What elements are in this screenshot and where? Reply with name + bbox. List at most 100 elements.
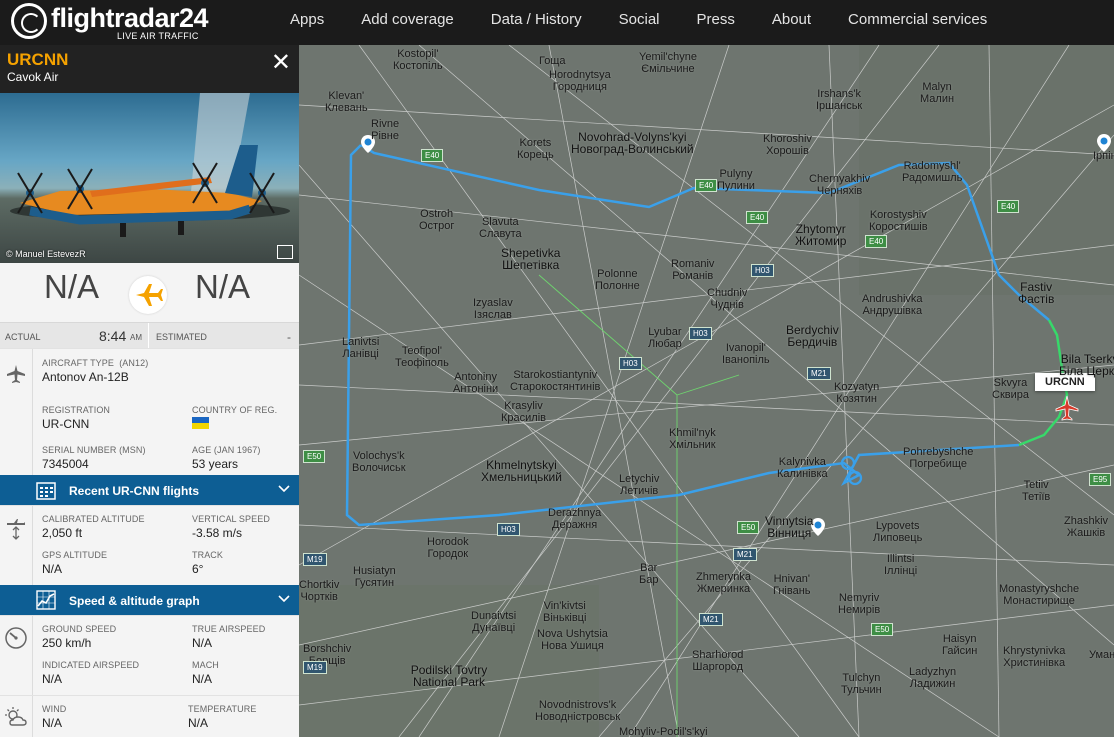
road-shield: H03 [751,264,774,277]
recent-flights-label: Recent UR-CNN flights [69,484,200,498]
map-city-label: Andrushivka Андрушівка [862,293,923,317]
map-city-label: Zhytomyr Житомир [795,222,847,248]
map-city-label: Izyaslav Ізяслав [473,297,513,321]
map-city-label: Radomyshl' Радомишль [902,160,963,184]
map-city-label: Nova Ushytsia Нова Ушиця [537,628,608,652]
map-city-label: Pulyny Пулини [717,168,755,192]
road-shield: E40 [865,235,888,248]
recent-flights-bar[interactable]: Recent UR-CNN flights [0,475,299,505]
map-city-label: Fastiv Фастів [1018,280,1055,306]
chevron-down-icon [278,595,290,603]
map-city-label: Tulchyn Тульчин [841,672,882,696]
speed-section-icon-column [0,616,33,695]
map-city-label: Skvyra Сквира [992,377,1029,401]
road-shield: M21 [733,548,757,561]
map-city-label: Letychiv Летичів [619,473,660,497]
road-shield: E95 [1089,473,1112,486]
map-city-label: Yemil'chyne Ємільчине [639,51,697,75]
times-divider [148,323,149,348]
photo-credit[interactable]: © Manuel EstevezR [6,249,86,259]
map-city-label: Novohrad-Volyns'kyi Новоград-Волинський [571,130,694,156]
map-city-label: Bar Бар [639,562,659,586]
track-field: TRACK 6° [192,550,224,576]
altitude-section-icon-column [0,506,33,585]
road-shield: M19 [303,661,327,674]
map-city-label: Korets Корець [517,137,554,161]
temperature-field: TEMPERATURE N/A [188,704,257,730]
map-city-label: Slavuta Славута [479,216,522,240]
brand-name: flightradar24 [51,3,209,33]
road-shield: H03 [497,523,520,536]
map-city-label: Mohyliv-Podil's'kyi [619,726,708,737]
nav-about[interactable]: About [772,0,811,45]
route-summary: N/A N/A [0,263,299,323]
map-city-label: Teofipol' Теофіполь [395,345,449,369]
map-city-label: Nemyriv Немирів [838,592,881,616]
aircraft-type-field: AIRCRAFT TYPE (AN12) Antonov An-12B [42,358,149,384]
nav-data-history[interactable]: Data / History [491,0,582,45]
map-city-label: Monastyryshche Монастирище [999,583,1080,607]
aircraft-section: AIRCRAFT TYPE (AN12) Antonov An-12B REGI… [0,348,299,475]
calibrated-altitude-field: CALIBRATED ALTITUDE 2,050 ft [42,514,145,540]
nav-social[interactable]: Social [619,0,660,45]
map-city-label: Berdychiv Бердичів [786,323,839,349]
graph-label: Speed & altitude graph [69,594,200,608]
road-shield: E50 [737,521,760,534]
weather-icon [5,707,27,726]
flightradar24-logo[interactable]: flightradar24 LIVE AIR TRAFFIC [11,2,209,42]
map-city-label: Malyn Малин [920,81,955,105]
airplane-icon [129,276,167,314]
nav-apps[interactable]: Apps [290,0,324,45]
map-city-label: Vinnytsia Вінниця [765,514,814,540]
map-city-label: Pohrebyshche Погребище [903,446,974,470]
live-map[interactable]: URCNN Kostopil' Костопіль Yemil'chyne Єміл… [299,45,1114,737]
speed-section: GROUND SPEED 250 km/h TRUE AIRSPEED N/A … [0,615,299,695]
road-shield: M21 [807,367,831,380]
speedometer-icon [5,627,27,649]
vertical-speed-field: VERTICAL SPEED -3.58 m/s [192,514,270,540]
map-city-label: Illintsi Іллінці [884,553,918,577]
actual-time: 8:44 [99,328,127,344]
map-city-label: Husiatyn Гусятин [353,565,396,589]
map-park-label: Podilski Tovtry National Park [410,663,488,689]
map-city-label: Derazhnya Деражня [548,507,602,531]
serial-number-field: SERIAL NUMBER (MSN) 7345004 [42,445,146,471]
aircraft-photo[interactable]: © Manuel EstevezR [0,93,299,263]
radar-logo-icon [11,3,47,39]
map-city-label: Bila TserkvaБіла Церква [1059,352,1114,378]
origin-code: N/A [44,268,100,305]
map-city-label: Tetiiv Тетіїв [1022,479,1051,503]
actual-label: ACTUAL [5,332,41,342]
nav-add-coverage[interactable]: Add coverage [361,0,454,45]
speed-altitude-graph-bar[interactable]: Speed & altitude graph [0,585,299,615]
map-city-label: Ostroh Острог [419,208,455,232]
road-shield: H03 [689,327,712,340]
map-city-label: Haisyn Гайсин [942,633,978,657]
road-shield: E50 [303,450,326,463]
altitude-icon [7,519,25,540]
map-city-label: Klevan' Клевань [325,90,368,114]
weather-section: WIND N/A TEMPERATURE N/A [0,695,299,737]
estimated-time: - [287,330,291,344]
graph-icon [36,590,56,610]
expand-photo-icon[interactable] [277,245,293,259]
main-nav: Apps Add coverage Data / History Social … [290,0,1024,45]
nav-commercial-services[interactable]: Commercial services [848,0,987,45]
road-shield: M19 [303,553,327,566]
flight-info-panel: URCNN Cavok Air ✕ © Manuel EstevezR N/A … [0,45,299,737]
estimated-label: ESTIMATED [156,332,207,342]
chevron-down-icon [278,485,290,493]
map-city-label: Horodok Городок [427,536,469,560]
road-shield: E40 [695,179,718,192]
mach-field: MACH N/A [192,660,219,686]
flight-callsign: URCNN [7,50,69,69]
map-city-label: Ladyzhyn Ладижин [909,666,957,690]
indicated-airspeed-field: INDICATED AIRSPEED N/A [42,660,140,686]
nav-press[interactable]: Press [697,0,735,45]
map-city-label: Hnivan' Гнівань [773,573,811,597]
close-icon[interactable]: ✕ [271,51,291,75]
ground-speed-field: GROUND SPEED 250 km/h [42,624,117,650]
plane-icon [7,365,25,383]
actual-ampm: AM [130,333,142,342]
map-city-label: Zhashkiv Жашків [1064,515,1109,539]
